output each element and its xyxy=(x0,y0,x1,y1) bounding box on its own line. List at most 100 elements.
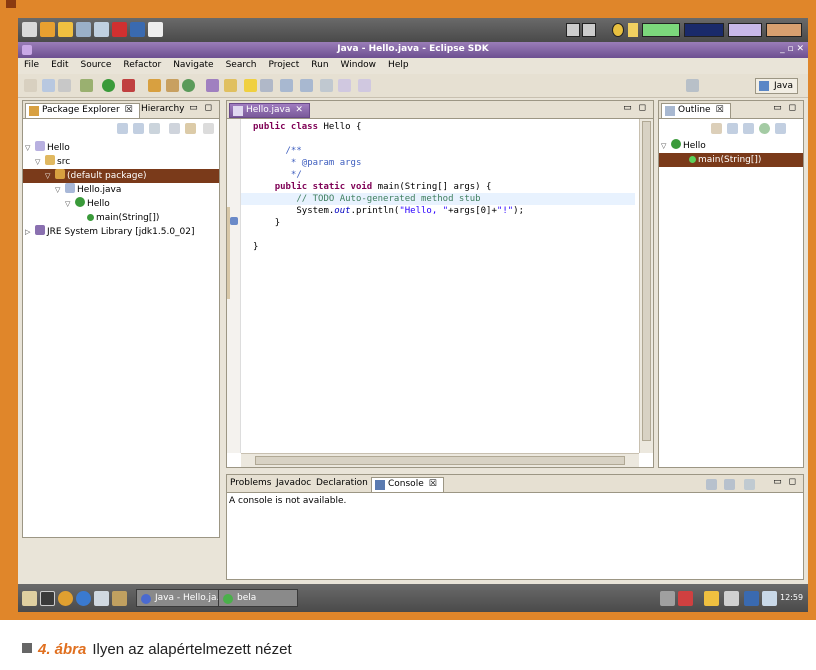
search-icon[interactable] xyxy=(224,79,237,92)
open-type-icon[interactable] xyxy=(206,79,219,92)
new-class-icon[interactable] xyxy=(182,79,195,92)
tab-hierarchy[interactable]: Hierarchy xyxy=(135,103,191,118)
close-icon[interactable]: ✕ xyxy=(295,105,303,115)
files-launcher-icon[interactable] xyxy=(76,22,91,37)
files-icon[interactable] xyxy=(94,591,109,606)
scrollbar-thumb[interactable] xyxy=(255,456,625,465)
new-java-project-icon[interactable] xyxy=(148,79,161,92)
tab-problems[interactable]: Problems xyxy=(227,477,277,492)
twistie-icon[interactable]: ▽ xyxy=(45,169,55,183)
mark-occurrences-icon[interactable] xyxy=(244,79,257,92)
prev-annotation-icon[interactable] xyxy=(300,79,313,92)
toggle-icon[interactable] xyxy=(260,79,273,92)
menu-window[interactable]: Window xyxy=(335,58,383,70)
editor-horizontal-scrollbar[interactable] xyxy=(241,453,639,467)
tree-item-hello-java[interactable]: ▽ Hello.java xyxy=(55,183,217,197)
print-icon[interactable] xyxy=(58,79,71,92)
tray-network-icon[interactable] xyxy=(678,591,693,606)
sort-icon[interactable] xyxy=(711,123,722,134)
twistie-icon[interactable]: ▽ xyxy=(35,155,45,169)
tab-package-explorer[interactable]: Package Explorer ☒ xyxy=(25,103,140,118)
tree-item-src[interactable]: ▽ src xyxy=(35,155,217,169)
twistie-icon[interactable]: ▽ xyxy=(661,139,671,153)
menu-edit[interactable]: Edit xyxy=(45,58,74,70)
tab-declaration[interactable]: Declaration xyxy=(313,477,374,492)
link-editor-icon[interactable] xyxy=(185,123,196,134)
next-annotation-icon[interactable] xyxy=(280,79,293,92)
back-icon[interactable] xyxy=(338,79,351,92)
menu-source[interactable]: Source xyxy=(75,58,118,70)
new-package-icon[interactable] xyxy=(166,79,179,92)
java-perspective-button[interactable]: Java xyxy=(754,78,798,94)
image-launcher-icon[interactable] xyxy=(148,22,163,37)
network-icon[interactable] xyxy=(76,591,91,606)
task-bela[interactable]: bela xyxy=(218,589,298,607)
forward-icon[interactable] xyxy=(133,123,144,134)
terminal-launcher-icon[interactable] xyxy=(130,22,145,37)
outline-item-hello[interactable]: ▽ Hello xyxy=(661,139,801,153)
outline-item-main[interactable]: main(String[]) xyxy=(659,153,803,167)
tray-app-icon[interactable] xyxy=(660,591,675,606)
tab-hello-java[interactable]: Hello.java ✕ xyxy=(229,103,310,118)
tree-item-default-package[interactable]: ▽ (default package) xyxy=(23,169,219,183)
show-desktop-icon[interactable] xyxy=(22,591,37,606)
terminal-icon[interactable] xyxy=(40,591,55,606)
window-controls[interactable]: _ ▫ ✕ xyxy=(780,44,804,54)
tab-javadoc[interactable]: Javadoc xyxy=(273,477,317,492)
menu-file[interactable]: File xyxy=(18,58,45,70)
open-perspective-icon[interactable] xyxy=(686,79,699,92)
external-tools-icon[interactable] xyxy=(122,79,135,92)
back-icon[interactable] xyxy=(117,123,128,134)
hide-fields-icon[interactable] xyxy=(727,123,738,134)
tray-volume-icon[interactable] xyxy=(724,591,739,606)
writer-launcher-icon[interactable] xyxy=(94,22,109,37)
tray-display-icon[interactable] xyxy=(744,591,759,606)
open-console-icon[interactable] xyxy=(744,479,755,490)
twistie-icon[interactable]: ▽ xyxy=(55,183,65,197)
tree-item-main-method[interactable]: main(String[]) xyxy=(87,211,217,225)
display-console-icon[interactable] xyxy=(724,479,735,490)
close-icon[interactable]: ☒ xyxy=(716,105,724,115)
panel-minmax-icon[interactable]: ▭ ◻ xyxy=(773,477,798,487)
forward-icon[interactable] xyxy=(358,79,371,92)
run-icon[interactable] xyxy=(102,79,115,92)
close-icon[interactable]: ☒ xyxy=(125,105,133,115)
pin-console-icon[interactable] xyxy=(706,479,717,490)
twistie-icon[interactable]: ▽ xyxy=(65,197,75,211)
tree-item-hello-class[interactable]: ▽ Hello xyxy=(65,197,217,211)
tree-item-jre[interactable]: ▷ JRE System Library [jdk1.5.0_02] xyxy=(25,225,217,239)
scrollbar-thumb[interactable] xyxy=(642,121,651,441)
panel-minmax-icon[interactable]: ▭ ◻ xyxy=(773,103,798,113)
clock[interactable]: 12:59 xyxy=(780,593,803,602)
view-menu-icon[interactable] xyxy=(203,123,214,134)
source-code[interactable]: public class Hello { /** * @param args *… xyxy=(253,121,524,253)
menu-navigate[interactable]: Navigate xyxy=(167,58,219,70)
twistie-icon[interactable]: ▽ xyxy=(25,141,35,155)
foot-menu-icon[interactable] xyxy=(22,22,37,37)
new-icon[interactable] xyxy=(24,79,37,92)
editor-vertical-scrollbar[interactable] xyxy=(639,119,653,453)
tray-calendar-icon[interactable] xyxy=(762,591,777,606)
workspace-switcher-2[interactable] xyxy=(582,23,596,37)
tray-update-icon[interactable] xyxy=(704,591,719,606)
close-icon[interactable]: ☒ xyxy=(429,479,437,489)
debug-icon[interactable] xyxy=(80,79,93,92)
tools-icon[interactable] xyxy=(112,591,127,606)
hide-static-icon[interactable] xyxy=(743,123,754,134)
browser-launcher-icon[interactable] xyxy=(40,22,55,37)
notification-icon[interactable] xyxy=(612,23,624,37)
tab-console[interactable]: Console ☒ xyxy=(371,477,444,492)
pdf-launcher-icon[interactable] xyxy=(112,22,127,37)
hide-local-types-icon[interactable] xyxy=(775,123,786,134)
tab-outline[interactable]: Outline ☒ xyxy=(661,103,731,118)
hide-nonpublic-icon[interactable] xyxy=(759,123,770,134)
menu-project[interactable]: Project xyxy=(262,58,305,70)
menu-run[interactable]: Run xyxy=(305,58,334,70)
up-icon[interactable] xyxy=(149,123,160,134)
twistie-icon[interactable]: ▷ xyxy=(25,225,35,239)
panel-minmax-icon[interactable]: ▭ ◻ xyxy=(623,103,648,113)
workspace-switcher-1[interactable] xyxy=(566,23,580,37)
menu-refactor[interactable]: Refactor xyxy=(117,58,167,70)
tree-item-project[interactable]: ▽ Hello xyxy=(25,141,217,155)
mail-launcher-icon[interactable] xyxy=(58,22,73,37)
